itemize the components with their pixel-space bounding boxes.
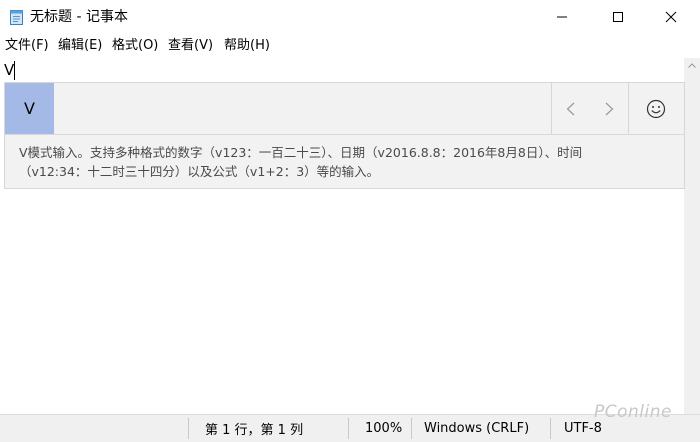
title-bar: 无标题 - 记事本: [0, 0, 700, 33]
status-separator: [348, 418, 349, 439]
watermark: PConline: [594, 402, 672, 422]
menu-bar: 文件(F) 编辑(E) 格式(O) 查看(V) 帮助(H): [0, 34, 700, 58]
status-separator: [411, 418, 412, 439]
maximize-button[interactable]: [591, 0, 644, 33]
notepad-icon: [10, 10, 23, 25]
status-separator: [188, 418, 189, 439]
status-line-ending: Windows (CRLF): [424, 421, 530, 436]
ime-description-line: （v12:34：十二时三十四分）以及公式（v1+2：3）等的输入。: [19, 164, 380, 179]
chevron-right-icon: [605, 102, 613, 115]
minimize-icon: [556, 16, 567, 17]
status-zoom: 100%: [365, 421, 403, 436]
ime-candidate-panel: V V模式输入。支持多种格式的数字（v123：一百二十三）、日期（v2016.8…: [4, 82, 685, 189]
minimize-button[interactable]: [535, 0, 588, 33]
window-title: 无标题 - 记事本: [30, 9, 128, 25]
chevron-left-icon: [566, 102, 574, 115]
menu-file[interactable]: 文件(F): [5, 37, 49, 55]
menu-edit[interactable]: 编辑(E): [58, 37, 102, 55]
editor-content: V: [4, 61, 15, 79]
ime-description-line: V模式输入。支持多种格式的数字（v123：一百二十三）、日期（v2016.8.8…: [19, 145, 583, 160]
menu-format[interactable]: 格式(O): [112, 37, 158, 55]
scroll-up-icon[interactable]: [688, 63, 696, 68]
close-button[interactable]: [644, 0, 697, 33]
ime-prev-page-button[interactable]: [551, 83, 589, 134]
menu-help[interactable]: 帮助(H): [224, 37, 270, 55]
ime-next-page-button[interactable]: [590, 83, 628, 134]
status-cursor-position: 第 1 行，第 1 列: [205, 423, 304, 438]
menu-view[interactable]: 查看(V): [168, 37, 213, 55]
emoji-smile-icon: [646, 99, 666, 118]
ime-description: V模式输入。支持多种格式的数字（v123：一百二十三）、日期（v2016.8.8…: [19, 143, 669, 181]
maximize-icon: [612, 11, 623, 22]
status-separator: [550, 418, 551, 439]
ime-emoji-button[interactable]: [628, 83, 684, 134]
vertical-scrollbar[interactable]: [684, 58, 700, 414]
text-caret: [14, 61, 15, 80]
ime-candidate-bar: V: [5, 83, 684, 135]
ime-candidate-item[interactable]: V: [5, 83, 54, 134]
close-icon: [665, 11, 676, 22]
